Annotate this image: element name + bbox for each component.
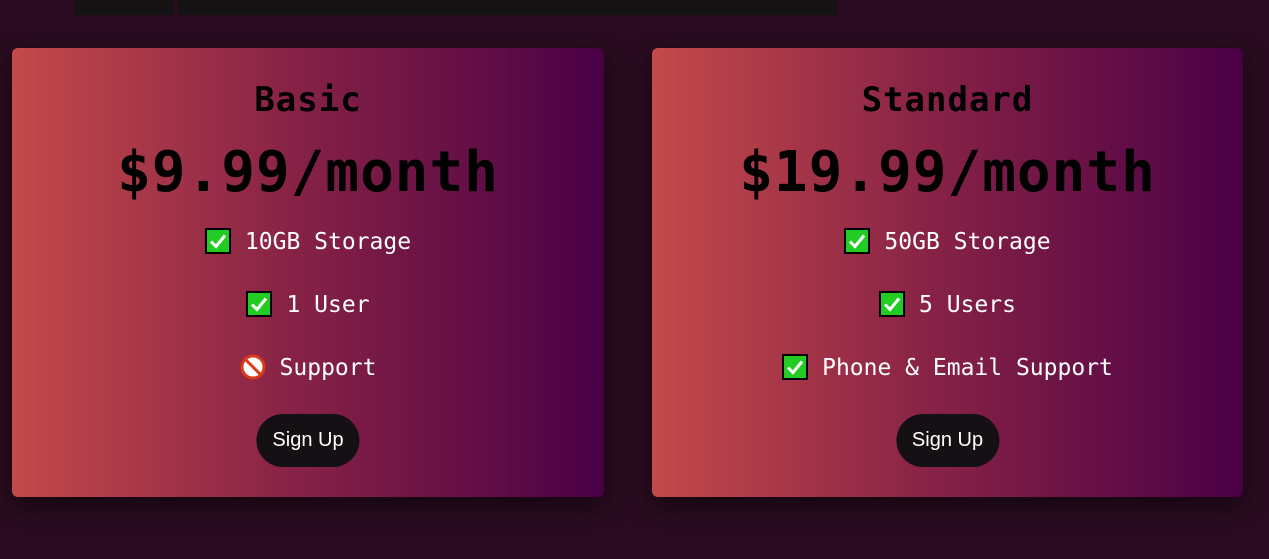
feature-label: 50GB Storage [884, 228, 1051, 255]
feature-item: 1 User [12, 290, 604, 321]
plan-price: $9.99/month [117, 140, 499, 205]
pricing-card-standard: Standard $19.99/month 50GB Storage 5 Use… [652, 48, 1243, 497]
feature-label: Phone & Email Support [822, 354, 1113, 381]
top-bar-right [178, 0, 837, 15]
feature-item: 50GB Storage [652, 227, 1243, 258]
feature-item: Phone & Email Support [652, 353, 1243, 384]
feature-item: 10GB Storage [12, 227, 604, 258]
check-icon [844, 227, 871, 254]
feature-label: Support [279, 354, 377, 381]
pricing-card-basic: Basic $9.99/month 10GB Storage 1 User Su… [12, 48, 604, 497]
check-icon [879, 290, 906, 317]
feature-item: 5 Users [652, 290, 1243, 321]
check-icon [204, 227, 231, 254]
check-icon [246, 290, 273, 317]
sign-up-button[interactable]: Sign Up [895, 414, 1000, 467]
feature-label: 5 Users [919, 291, 1016, 318]
feature-item: Support [12, 354, 604, 384]
plan-price: $19.99/month [739, 140, 1156, 205]
plan-name: Basic [254, 80, 362, 120]
top-bar-left [75, 0, 173, 15]
check-icon [782, 353, 809, 380]
sign-up-button[interactable]: Sign Up [256, 414, 360, 467]
feature-label: 1 User [286, 291, 370, 318]
feature-label: 10GB Storage [244, 228, 412, 255]
prohibited-icon [240, 354, 266, 379]
plan-name: Standard [861, 80, 1034, 120]
